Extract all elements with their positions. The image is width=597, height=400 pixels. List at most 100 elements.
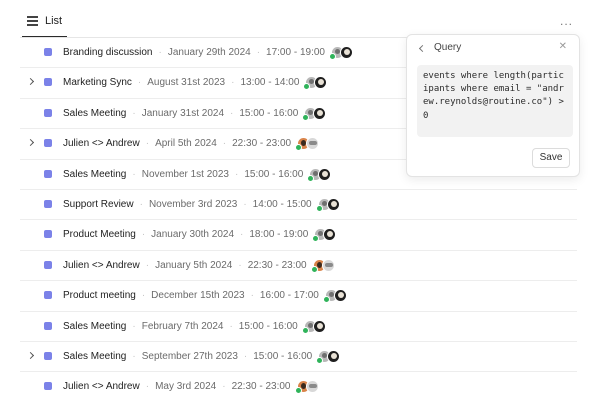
avatar [305,380,319,394]
check-icon [303,83,311,91]
event-time: 22:30 - 23:00 [247,259,307,271]
separator-dot: · [141,290,146,302]
more-options-button[interactable]: ... [560,14,573,28]
separator-dot: · [231,77,235,89]
avatar [339,46,353,59]
event-title: Product Meeting [63,229,136,241]
event-details: Sales Meeting · November 1st 2023 · 15:00 - … [63,160,332,189]
event-details: Sales Meeting · February 7th 2024 · 15:00 - … [63,312,326,341]
check-icon [312,235,320,243]
check-icon [322,296,330,304]
close-icon[interactable]: ✕ [559,41,567,52]
separator-dot: · [137,77,142,89]
separator-dot: · [132,168,136,180]
event-time: 15:00 - 16:00 [239,107,299,119]
separator-dot: · [230,107,234,119]
event-title: Sales Meeting [63,350,127,362]
event-title: Sales Meeting [63,107,127,119]
event-color-square [44,351,52,360]
event-title: Support Review [63,198,134,210]
event-time: 18:00 - 19:00 [249,229,309,241]
participant-avatars [295,137,320,152]
participant-avatars [294,380,319,395]
participant-avatars [312,228,337,243]
event-time: 15:00 - 16:00 [244,168,304,180]
participant-avatars [307,167,332,182]
separator-dot: · [141,229,146,241]
back-chevron-icon[interactable] [418,44,427,53]
avatar [318,167,332,181]
avatar [326,197,340,211]
event-date: April 5th 2024 [155,138,217,150]
separator-dot: · [235,168,239,180]
check-icon [315,204,323,212]
event-row[interactable]: Product meeting · December 15th 2023 · 16:00… [20,281,577,312]
separator-dot: · [250,290,254,302]
event-row[interactable]: Sales Meeting · February 7th 2024 · 15:00 - … [20,312,577,342]
check-icon [310,265,318,273]
separator-dot: · [229,320,233,332]
event-title: Product meeting [63,290,136,302]
event-row[interactable]: Julien <> Andrew · May 3rd 2024 · 22:30 - 23… [20,372,577,400]
event-details: Julien <> Andrew · January 5th 2024 · 22:30 … [63,251,335,280]
event-time: 15:00 - 16:00 [238,320,298,332]
save-button[interactable]: Save [532,148,570,168]
event-color-square [44,108,52,117]
event-details: Sales Meeting · September 27th 2023 · 15:00 … [63,342,341,371]
event-date: December 15th 2023 [151,290,245,302]
avatar [313,106,327,120]
participant-avatars [322,289,347,304]
participant-avatars [301,319,326,334]
participant-avatars [316,349,341,364]
event-row[interactable]: Julien <> Andrew · January 5th 2024 · 22:30 … [20,251,577,282]
event-color-square [44,169,52,178]
check-icon [294,387,302,395]
event-color-square [44,321,52,330]
separator-dot: · [132,350,136,362]
event-time: 22:30 - 23:00 [231,381,291,393]
participant-avatars [303,76,328,91]
separator-dot: · [222,381,226,393]
event-row[interactable]: Support Review · November 3rd 2023 · 14:00 -… [20,190,577,221]
event-color-square [44,78,52,87]
event-color-square [44,291,52,300]
event-time: 14:00 - 15:00 [252,198,312,210]
check-icon [307,174,315,182]
chevron-right-icon[interactable] [26,78,35,86]
participant-avatars [310,258,335,273]
event-date: May 3rd 2024 [155,381,217,393]
event-date: September 27th 2023 [141,350,238,362]
separator-dot: · [132,320,136,332]
avatar [306,137,320,151]
chevron-right-icon[interactable] [26,351,35,359]
event-time: 22:30 - 23:00 [232,138,292,150]
event-details: Branding discussion · January 29th 2024 · 17… [63,38,353,67]
separator-dot: · [256,47,261,58]
query-editor[interactable]: events where length(participants where e… [417,65,573,137]
event-title: Julien <> Andrew [63,381,140,393]
event-details: Sales Meeting · January 31st 2024 · 15:00 - … [63,99,327,128]
avatar [327,349,341,363]
event-color-square [44,260,52,269]
event-row[interactable]: Product Meeting · January 30th 2024 · 18:00 … [20,220,577,251]
event-title: Sales Meeting [63,168,127,180]
event-time: 15:00 - 16:00 [253,350,313,362]
participant-avatars [328,46,353,60]
participant-avatars [315,197,340,212]
avatar [333,289,347,303]
check-icon [301,326,309,334]
event-date: January 30th 2024 [151,229,235,241]
event-date: August 31st 2023 [147,77,226,89]
event-color-square [44,382,52,391]
event-title: Marketing Sync [63,77,132,89]
event-details: Support Review · November 3rd 2023 · 14:00 -… [63,190,340,219]
event-date: February 7th 2024 [141,320,224,332]
check-icon [328,53,336,60]
event-title: Branding discussion [63,47,153,58]
view-header: List ... [0,0,597,38]
event-row[interactable]: Sales Meeting · September 27th 2023 · 15:00 … [20,342,577,373]
chevron-right-icon[interactable] [26,139,35,147]
tab-list[interactable]: List [22,12,68,38]
avatar [312,319,326,333]
event-details: Product Meeting · January 30th 2024 · 18:00 … [63,220,337,249]
